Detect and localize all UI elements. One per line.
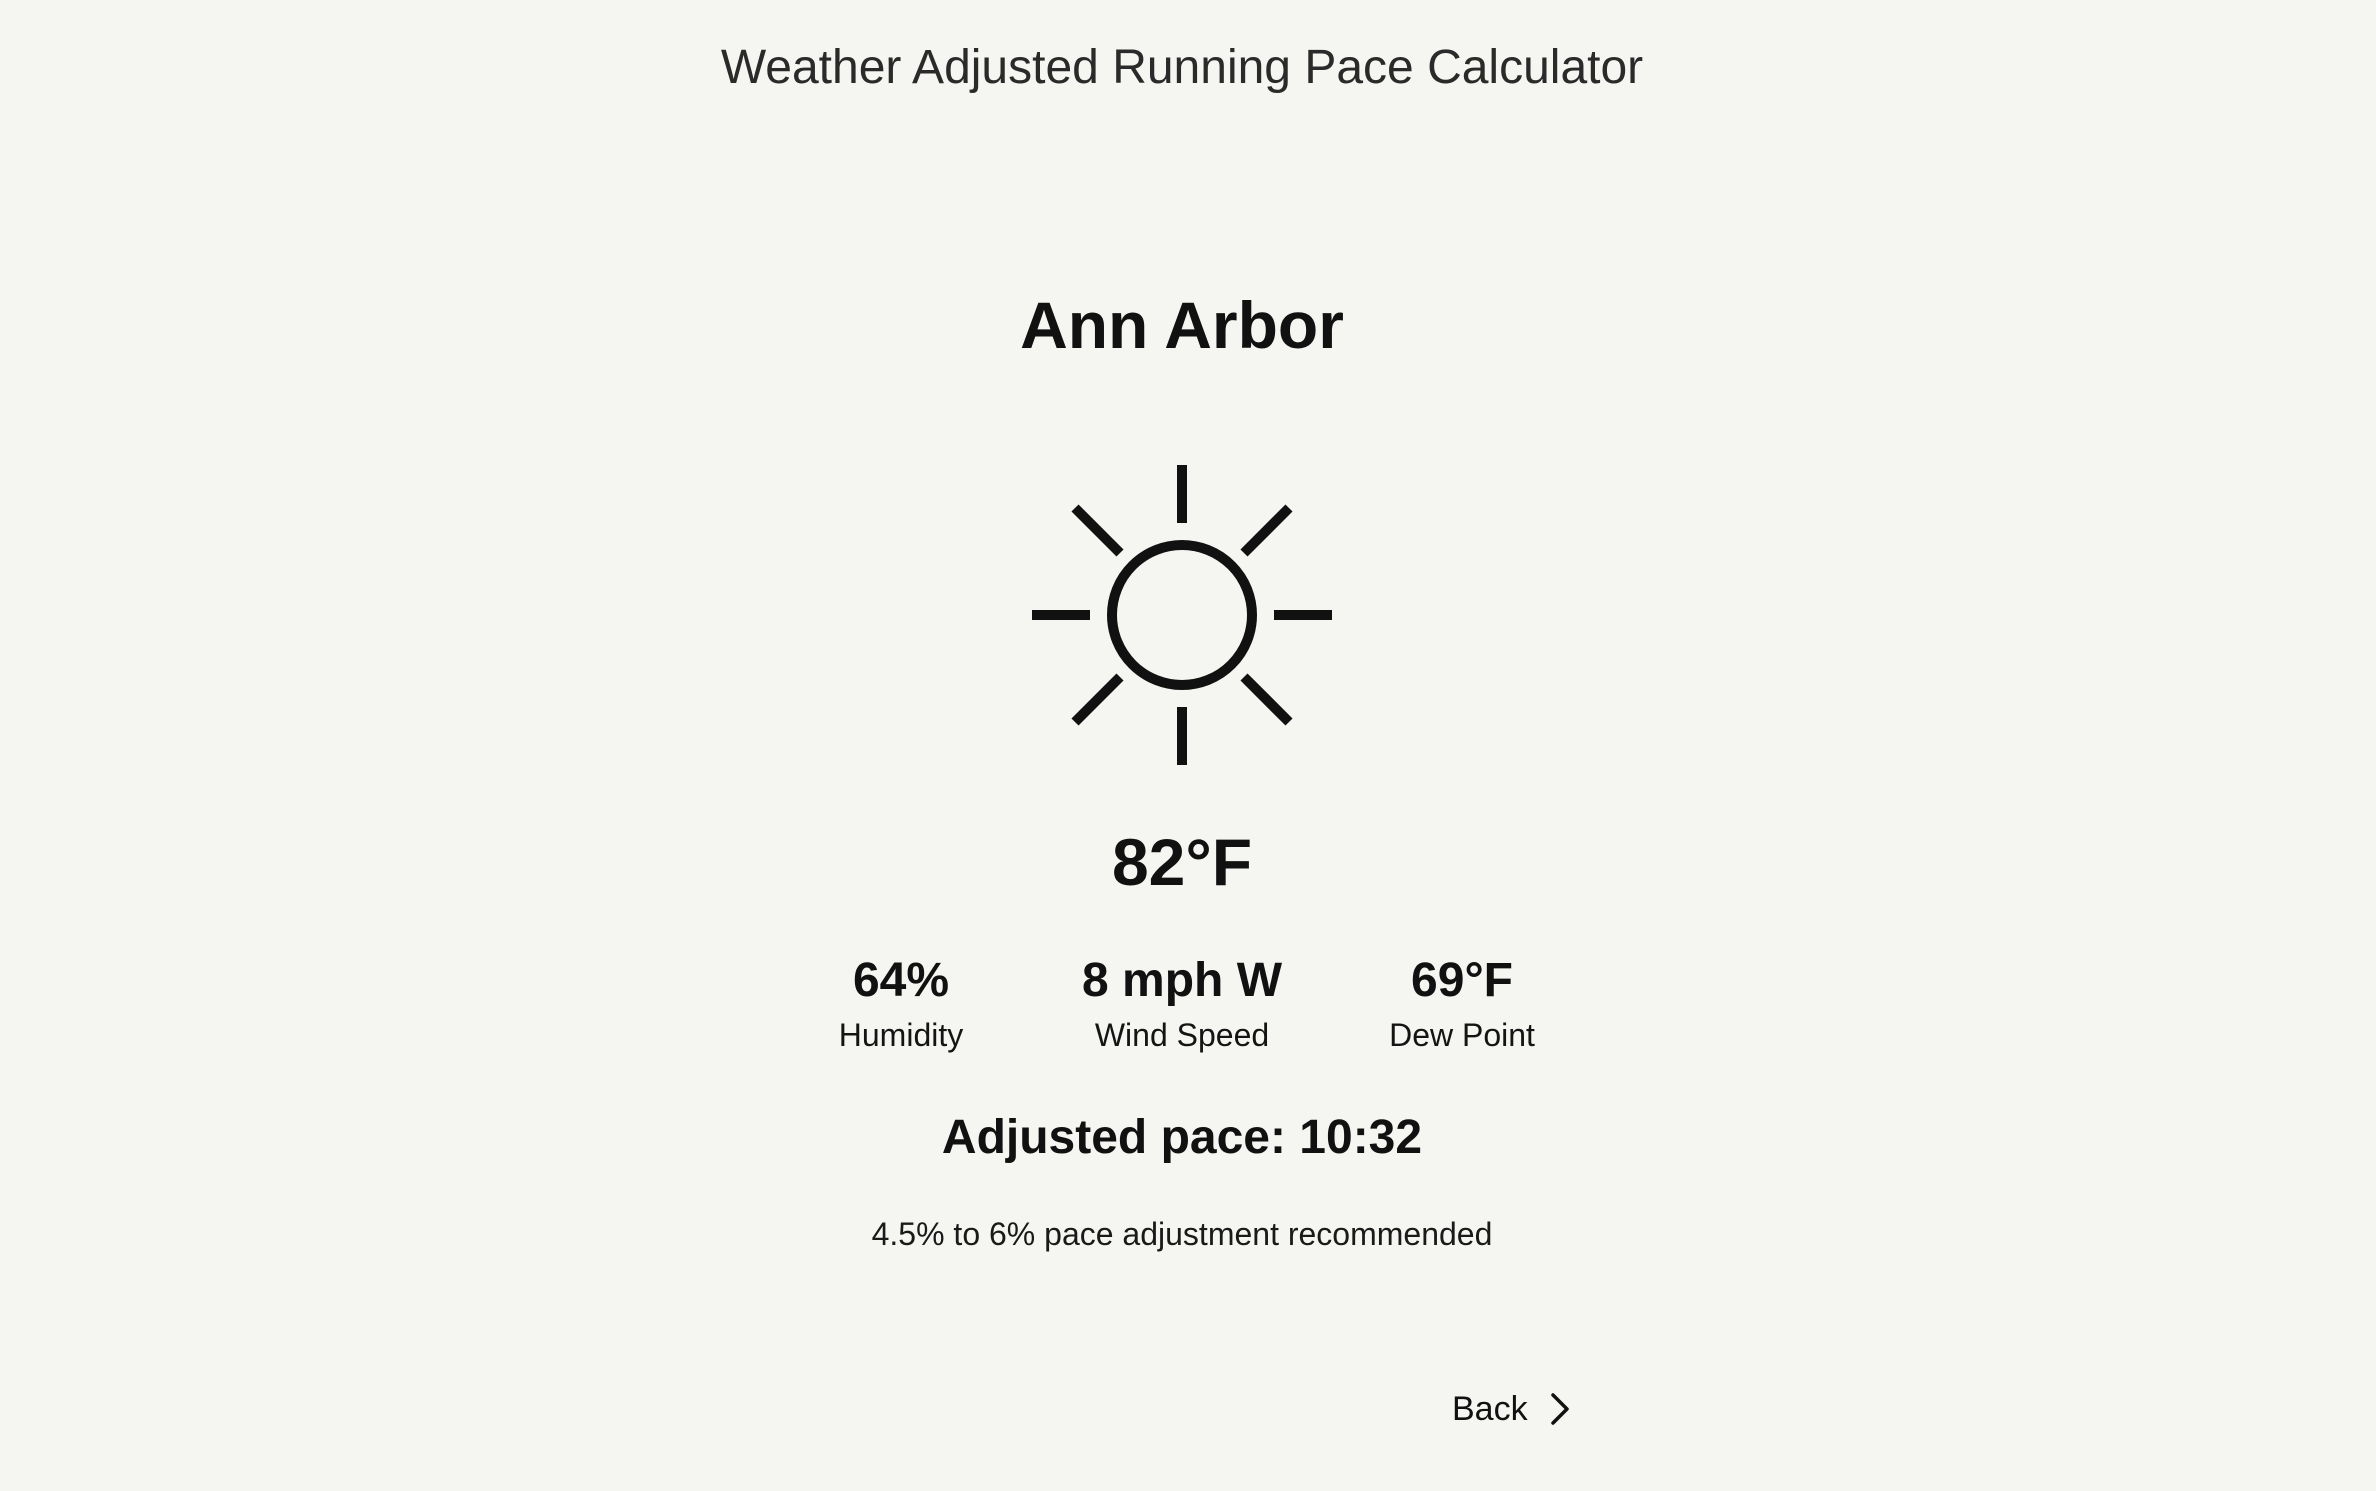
pace-recommendation: 4.5% to 6% pace adjustment recommended <box>871 1216 1493 1252</box>
dew-point-stat: 69°F Dew Point <box>1342 950 1582 1056</box>
wind-speed-label: Wind Speed <box>1094 1017 1270 1053</box>
back-button-label: Back <box>1452 1390 1528 1428</box>
wind-speed-stat: 8 mph W Wind Speed <box>1062 950 1302 1056</box>
sun-icon <box>1032 465 1332 765</box>
dew-point-label: Dew Point <box>1389 1017 1535 1053</box>
humidity-stat: 64% Humidity <box>781 950 1021 1056</box>
app-title: Weather Adjusted Running Pace Calculator <box>720 41 1644 94</box>
wind-speed-value: 8 mph W <box>1082 954 1282 1007</box>
temperature: 82°F <box>1111 825 1253 899</box>
humidity-label: Humidity <box>838 1017 964 1053</box>
chevron-right-icon <box>1550 1393 1569 1425</box>
adjusted-pace: Adjusted pace: 10:32 <box>941 1111 1423 1164</box>
dew-point-value: 69°F <box>1411 954 1513 1007</box>
back-button[interactable]: Back <box>1452 1385 1572 1433</box>
city-name: Ann Arbor <box>1020 288 1344 362</box>
humidity-value: 64% <box>852 954 950 1007</box>
